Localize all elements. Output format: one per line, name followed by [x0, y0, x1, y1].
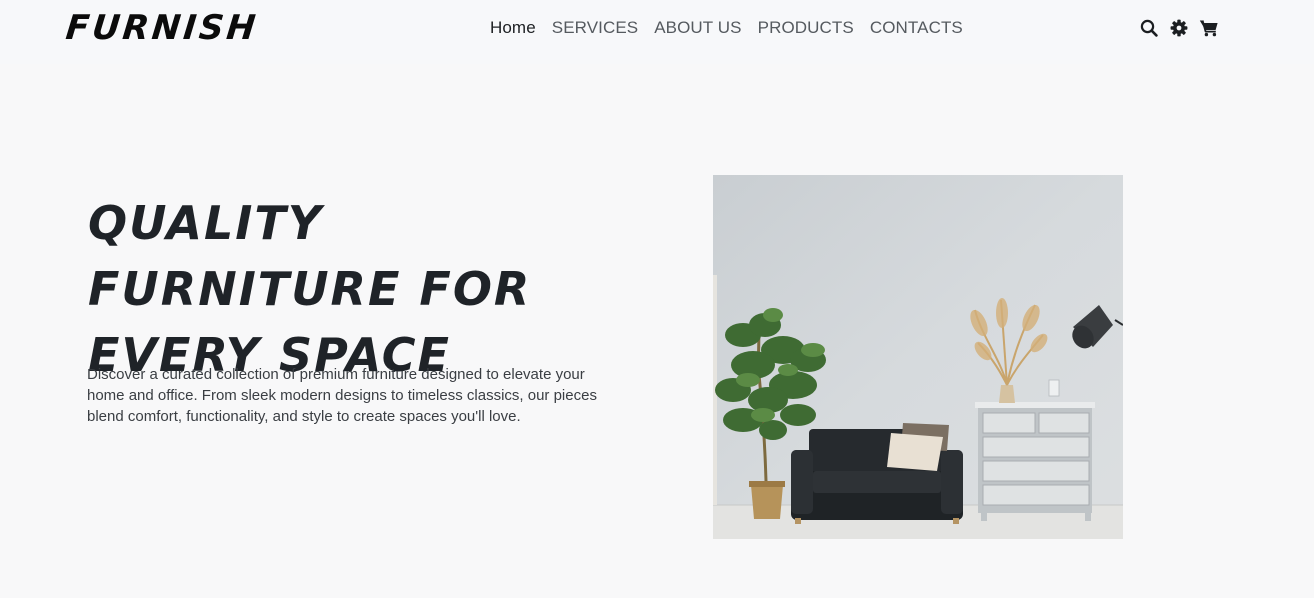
hero-title: QUALITY FURNITURE FOR EVERY SPACE	[88, 196, 532, 382]
hero-description: Discover a curated collection of premium…	[87, 366, 597, 425]
nav-link-about-us[interactable]: ABOUT US	[654, 18, 741, 38]
nav-link-services[interactable]: SERVICES	[552, 18, 638, 38]
nav-links: Home SERVICES ABOUT US PRODUCTS CONTACTS	[490, 18, 963, 38]
cart-icon[interactable]	[1199, 18, 1219, 38]
hero-image	[713, 175, 1123, 539]
nav-link-products[interactable]: PRODUCTS	[758, 18, 854, 38]
nav-link-home[interactable]: Home	[490, 18, 536, 38]
navbar: FURNISH Home SERVICES ABOUT US PRODUCTS …	[0, 0, 1314, 64]
nav-icons	[1139, 18, 1219, 38]
brand-logo[interactable]: FURNISH	[64, 8, 260, 48]
search-icon[interactable]	[1139, 18, 1159, 38]
gear-icon[interactable]	[1169, 18, 1189, 38]
nav-link-contacts[interactable]: CONTACTS	[870, 18, 963, 38]
